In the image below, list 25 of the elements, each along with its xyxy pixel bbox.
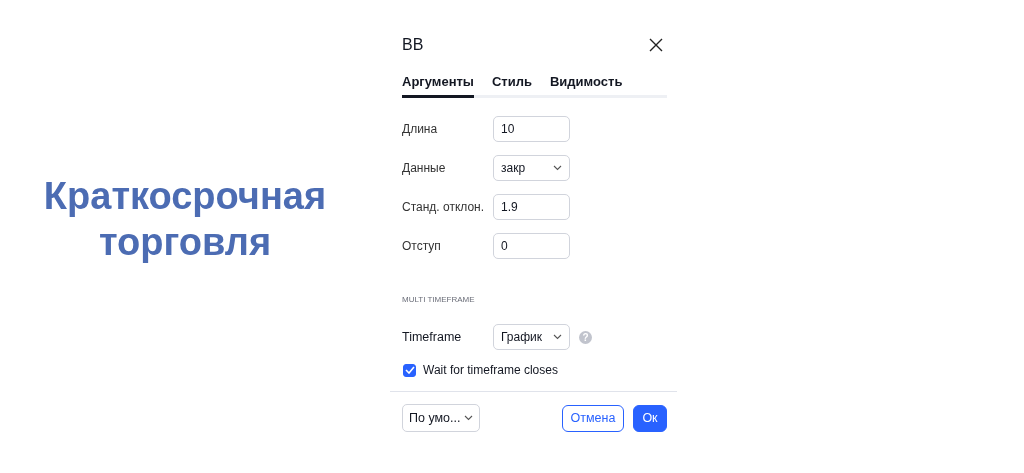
field-label: Длина xyxy=(402,122,439,136)
chevron-down-icon xyxy=(553,165,562,171)
input-field[interactable]: 10 xyxy=(493,116,570,142)
tab[interactable]: Видимость xyxy=(550,74,623,98)
field-label: Timeframe xyxy=(402,330,463,344)
close-icon[interactable] xyxy=(649,38,663,52)
dropdown[interactable]: График xyxy=(493,324,570,350)
headline: Краткосрочная торговля xyxy=(43,173,327,265)
ok-button[interactable]: Ок xyxy=(633,404,667,432)
checkbox[interactable] xyxy=(403,363,416,377)
dialog-title: BB xyxy=(402,36,424,54)
field-label: Данные xyxy=(402,161,447,175)
field-label: Станд. отклон. xyxy=(402,200,486,214)
section-heading: MULTI TIMEFRAME xyxy=(401,295,476,304)
dropdown[interactable]: закр xyxy=(493,155,570,181)
input-field[interactable]: 1.9 xyxy=(493,194,570,220)
preset-dropdown[interactable]: По умо... xyxy=(402,404,480,432)
chevron-down-icon xyxy=(464,415,473,421)
chevron-down-icon xyxy=(553,334,562,340)
field-label: Отступ xyxy=(402,239,442,253)
tab[interactable]: Аргументы xyxy=(402,74,474,98)
input-field[interactable]: 0 xyxy=(493,233,570,259)
cancel-button[interactable]: Отмена xyxy=(562,404,624,432)
tab[interactable]: Стиль xyxy=(492,74,532,98)
checkbox-label: Wait for timeframe closes xyxy=(423,363,558,377)
